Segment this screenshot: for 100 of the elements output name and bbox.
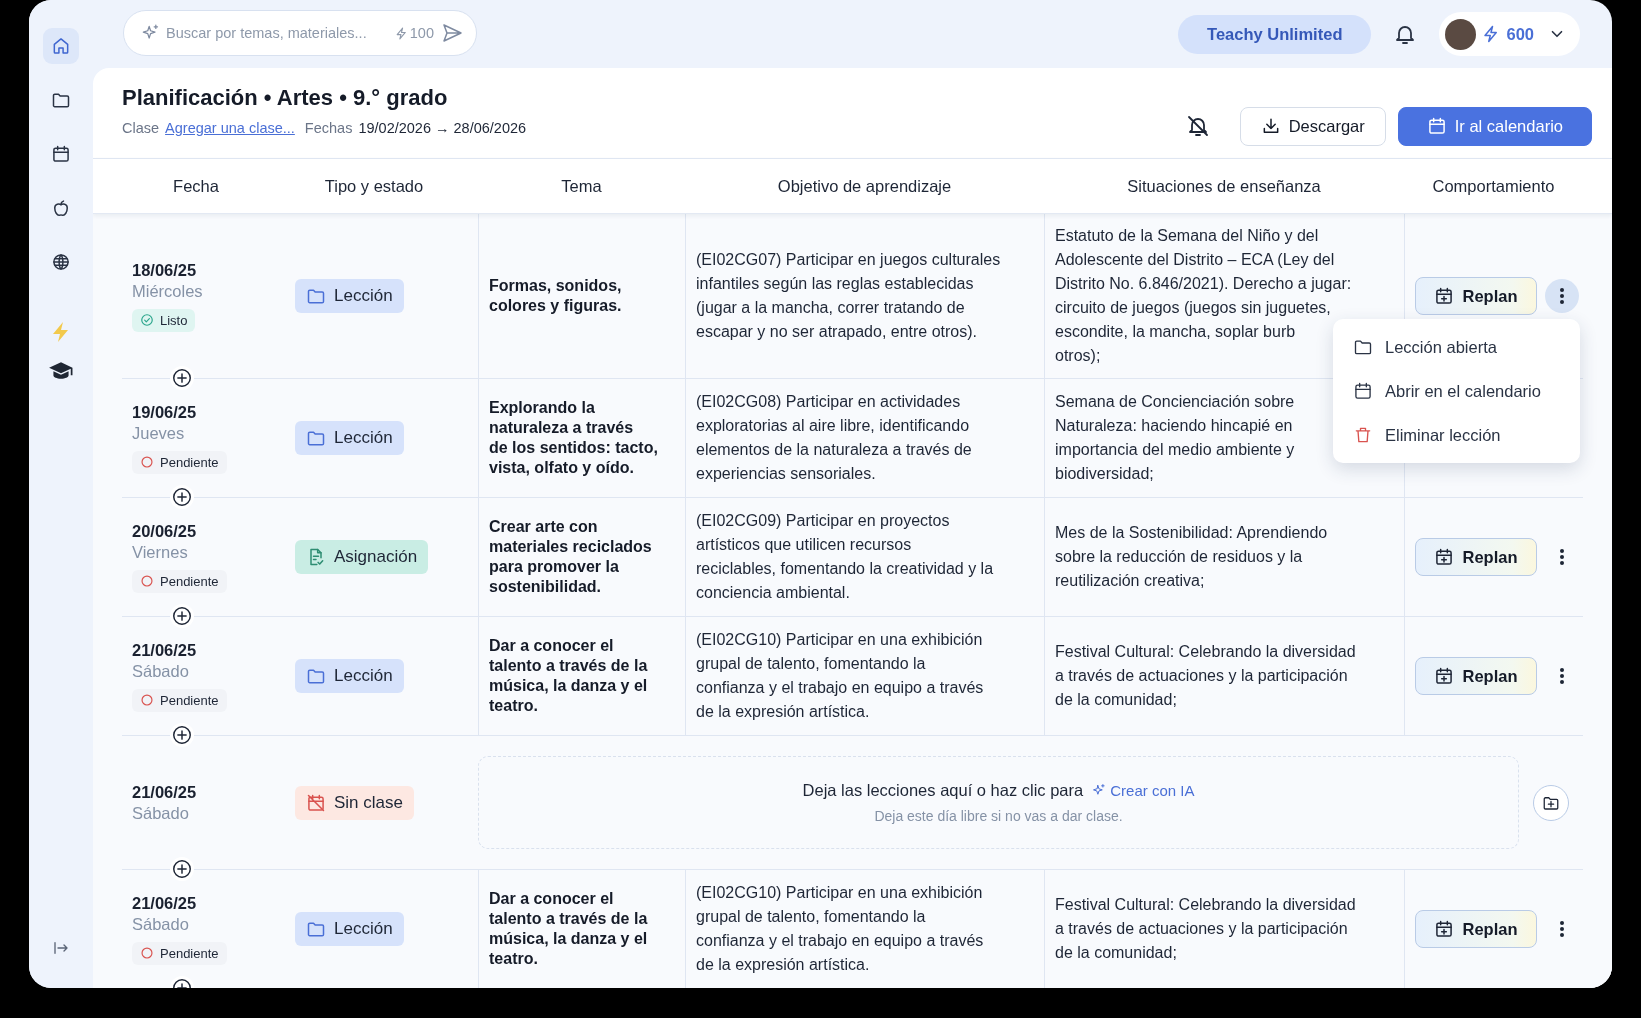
replan-button[interactable]: Replan bbox=[1415, 277, 1537, 315]
folder-icon bbox=[51, 90, 71, 110]
profile-menu[interactable]: 600 bbox=[1439, 12, 1580, 56]
date-range: 19/02/2026 → 28/06/2026 bbox=[358, 120, 527, 136]
send-icon bbox=[440, 21, 464, 45]
circle-icon bbox=[140, 946, 154, 960]
plan-badge[interactable]: Teachy Unlimited bbox=[1178, 14, 1372, 54]
send-button[interactable] bbox=[440, 21, 464, 45]
trash-icon bbox=[1353, 425, 1373, 445]
lesson-type-badge: Lección bbox=[295, 279, 404, 313]
date-text: 21/06/25 bbox=[132, 893, 197, 913]
plus-circle-icon bbox=[171, 858, 193, 880]
lesson-type-badge: Lección bbox=[295, 659, 404, 693]
vertical-dots-icon bbox=[1559, 548, 1565, 566]
home-icon bbox=[51, 36, 71, 56]
calendar-icon bbox=[51, 144, 71, 164]
calendar-icon bbox=[1426, 116, 1447, 136]
mute-notifications-button[interactable] bbox=[1185, 114, 1210, 138]
date-text: 19/06/25 bbox=[132, 402, 197, 422]
create-with-ai-link[interactable]: Crear con IA bbox=[1091, 782, 1195, 799]
teaching-situation-text: Semana de Concienciación sobre Naturaleza: haciendo hincapié en importancia del medio ambiente y biodiversidad; bbox=[1055, 392, 1295, 484]
weekday-text: Sábado bbox=[132, 914, 189, 934]
add-class-link[interactable]: Agregar una clase... bbox=[165, 120, 295, 136]
teaching-situation-text: Festival Cultural: Celebrando la diversidad a través de actuaciones y la participación de la comunidad; bbox=[1055, 895, 1356, 963]
calendar-plus-icon bbox=[1434, 666, 1455, 686]
topic-text: Formas, sonidos, colores y figuras. bbox=[489, 276, 622, 316]
bell-off-icon bbox=[1185, 114, 1210, 138]
drop-zone-hint: Deja este día libre si no vas a dar clase. bbox=[874, 808, 1123, 824]
column-header: Tipo y estado bbox=[323, 176, 425, 196]
column-header: Tema bbox=[560, 176, 603, 196]
plus-circle-icon bbox=[171, 724, 193, 746]
no-class-badge: Sin clase bbox=[295, 785, 414, 820]
folder-icon bbox=[306, 666, 326, 686]
add-folder-button[interactable] bbox=[1533, 784, 1569, 821]
lesson-type-badge: Lección bbox=[295, 912, 404, 946]
weekday-text: Sábado bbox=[132, 661, 189, 681]
weekday-text: Viernes bbox=[132, 542, 188, 562]
sparkle-icon bbox=[1091, 783, 1107, 798]
column-header: Situaciones de enseñanza bbox=[1126, 176, 1322, 196]
teaching-situation-text: Festival Cultural: Celebrando la diversidad a través de actuaciones y la participación de la comunidad; bbox=[1055, 642, 1356, 710]
objective-text: (EI02CG08) Participar en actividades exploratorias al aire libre, identificando elementos de la naturaleza a través de experiencias sensoriales. bbox=[696, 392, 972, 484]
add-row-button[interactable] bbox=[170, 366, 194, 390]
plus-circle-icon bbox=[171, 367, 193, 389]
objective-text: (EI02CG10) Participar en una exhibición grupal de talento, fomentando la confianza y el trabajo en equipo a través de la expresión artística. bbox=[696, 883, 984, 975]
date-text: 21/06/25 bbox=[132, 640, 197, 660]
plus-circle-icon bbox=[171, 605, 193, 627]
drop-zone-text: Deja las lecciones aquí o haz clic para bbox=[802, 781, 1084, 800]
date-text: 21/06/25 bbox=[132, 782, 197, 802]
folder-icon bbox=[306, 428, 326, 448]
status-chip: Pendiente bbox=[132, 941, 227, 965]
status-chip: Pendiente bbox=[132, 688, 227, 712]
objective-text: (EI02CG10) Participar en una exhibición grupal de talento, fomentando la confianza y el trabajo en equipo a través de la expresión artística. bbox=[696, 630, 984, 722]
weekday-text: Miércoles bbox=[132, 281, 203, 301]
circle-icon bbox=[140, 455, 154, 469]
class-label: Clase bbox=[122, 120, 160, 136]
add-row-button[interactable] bbox=[170, 604, 194, 628]
vertical-dots-icon bbox=[1559, 287, 1565, 305]
date-text: 18/06/25 bbox=[132, 260, 197, 280]
lesson-drop-zone[interactable]: Deja las lecciones aquí o haz clic para Crear con IA Deja este día libre si no vas a dar clase. bbox=[478, 756, 1519, 849]
check-circle-icon bbox=[140, 313, 154, 327]
calendar-plus-icon bbox=[1434, 919, 1455, 939]
collapse-icon bbox=[52, 939, 70, 957]
folder-icon bbox=[306, 286, 326, 306]
vertical-dots-icon bbox=[1559, 667, 1565, 685]
credit-balance: 600 bbox=[1506, 24, 1534, 44]
credit-cost: 100 bbox=[394, 25, 434, 41]
weekday-text: Jueves bbox=[132, 423, 185, 443]
circle-icon bbox=[140, 693, 154, 707]
add-row-button[interactable] bbox=[170, 723, 194, 747]
topic-text: Dar a conocer el talento a través de la música, la danza y el teatro. bbox=[489, 889, 648, 969]
replan-button[interactable]: Replan bbox=[1415, 657, 1537, 695]
date-text: 20/06/25 bbox=[132, 521, 197, 541]
folder-icon bbox=[306, 919, 326, 939]
menu-item[interactable]: Eliminar lección bbox=[1333, 413, 1580, 457]
more-options-button[interactable] bbox=[1545, 279, 1579, 313]
calendar-off-icon bbox=[306, 792, 326, 813]
calendar-button[interactable]: Ir al calendario bbox=[1397, 106, 1592, 146]
column-header: Fecha bbox=[172, 176, 220, 196]
calendar-icon bbox=[1353, 381, 1373, 401]
objective-text: (EI02CG09) Participar en proyectos artísticos que utilicen recursos reciclables, fomentando la creatividad y la conciencia ambiental. bbox=[696, 511, 994, 603]
download-button[interactable]: Descargar bbox=[1239, 106, 1386, 146]
menu-item[interactable]: Abrir en el calendario bbox=[1333, 369, 1580, 413]
topic-text: Explorando la naturaleza a través de los sentidos: tacto, vista, olfato y oído. bbox=[489, 398, 658, 478]
replan-button[interactable]: Replan bbox=[1415, 910, 1537, 948]
assignment-type-badge: Asignación bbox=[295, 540, 429, 574]
search-input[interactable]: Buscar por temas, materiales... bbox=[166, 25, 389, 41]
column-header: Objetivo de aprendizaje bbox=[776, 176, 953, 196]
topic-text: Crear arte con materiales reciclados para promover la sostenibilidad. bbox=[489, 517, 652, 597]
circle-icon bbox=[140, 574, 154, 588]
objective-text: (EI02CG07) Participar en juegos culturales infantiles según las reglas establecidas (jugar a la mancha, correr tratando de escapar y no ser atrapado, entre otros). bbox=[696, 250, 1001, 342]
weekday-text: Sábado bbox=[132, 803, 189, 823]
replan-button[interactable]: Replan bbox=[1415, 538, 1537, 576]
add-row-button[interactable] bbox=[170, 485, 194, 509]
globe-icon bbox=[51, 252, 71, 272]
add-row-button[interactable] bbox=[170, 857, 194, 881]
apple-icon bbox=[51, 198, 71, 218]
status-chip: Listo bbox=[132, 308, 196, 332]
lesson-type-badge: Lección bbox=[295, 421, 404, 455]
calendar-plus-icon bbox=[1434, 547, 1455, 567]
avatar bbox=[1445, 18, 1477, 50]
